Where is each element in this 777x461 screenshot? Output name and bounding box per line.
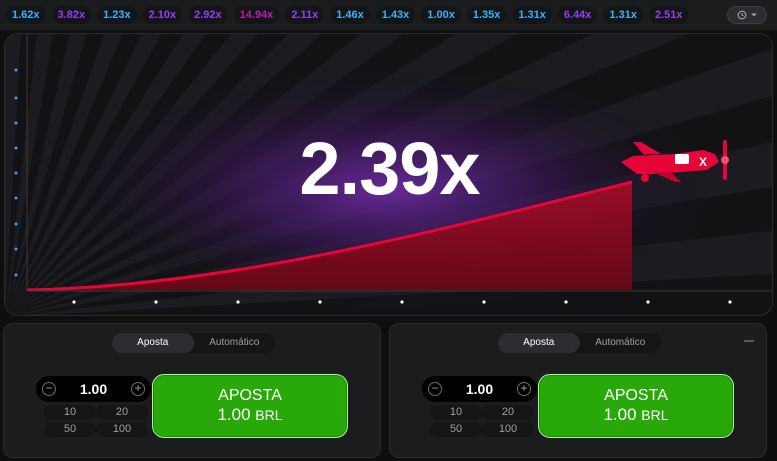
- tab-automatico[interactable]: Automático: [580, 333, 662, 353]
- history-multiplier[interactable]: 1.46x: [330, 6, 370, 24]
- bet-panel-1: Aposta Automático − 1.00 + 10 20 50 100 …: [3, 323, 381, 458]
- bet-button-label: APOSTA: [604, 387, 668, 404]
- remove-panel-button[interactable]: [742, 338, 756, 344]
- history-multiplier[interactable]: 2.10x: [142, 6, 183, 24]
- decrease-button[interactable]: −: [42, 382, 56, 396]
- quick-amount-button[interactable]: 20: [482, 405, 534, 420]
- minus-icon: [744, 340, 754, 342]
- history-multiplier[interactable]: 3.82x: [51, 6, 92, 24]
- decrease-button[interactable]: −: [428, 382, 442, 396]
- history-multiplier[interactable]: 1.31x: [512, 6, 552, 24]
- history-multiplier[interactable]: 2.51x: [648, 6, 689, 24]
- history-bar: 1.62x 3.82x 1.23x 2.10x 2.92x 14.94x 2.1…: [0, 0, 777, 30]
- history-icon: [737, 10, 746, 20]
- history-multiplier[interactable]: 1.31x: [603, 6, 643, 24]
- tab-aposta[interactable]: Aposta: [498, 333, 580, 353]
- bet-button-label: APOSTA: [218, 387, 282, 404]
- stake-stepper: − 1.00 +: [36, 376, 151, 402]
- history-multiplier[interactable]: 1.62x: [6, 6, 46, 24]
- bet-button-amount: 1.00 BRL: [539, 405, 733, 425]
- quick-amount-button[interactable]: 100: [96, 422, 148, 437]
- currency: BRL: [255, 407, 283, 423]
- stake-input[interactable]: 1.00: [466, 381, 493, 397]
- history-multiplier[interactable]: 1.23x: [97, 6, 137, 24]
- quick-amount-button[interactable]: 100: [482, 422, 534, 437]
- bet-button[interactable]: APOSTA 1.00 BRL: [152, 374, 348, 438]
- stake-input[interactable]: 1.00: [80, 381, 107, 397]
- stake-control: − 1.00 + 10 20 50 100: [422, 376, 537, 438]
- quick-amount-button[interactable]: 50: [430, 422, 482, 437]
- increase-button[interactable]: +: [131, 382, 145, 396]
- tab-aposta[interactable]: Aposta: [112, 333, 194, 353]
- tab-automatico[interactable]: Automático: [194, 333, 276, 353]
- history-multiplier[interactable]: 1.00x: [421, 6, 461, 24]
- chevron-down-icon: [750, 13, 757, 17]
- game-canvas: X 2.39x: [4, 33, 773, 316]
- history-multiplier[interactable]: 1.43x: [375, 6, 416, 24]
- bet-mode-tabs: Aposta Automático: [112, 333, 275, 353]
- quick-amount-button[interactable]: 20: [96, 405, 148, 420]
- quick-amount-button[interactable]: 50: [44, 422, 96, 437]
- quick-amount-button[interactable]: 10: [44, 405, 96, 420]
- history-toggle-button[interactable]: [727, 6, 767, 24]
- stake-control: − 1.00 + 10 20 50 100: [36, 376, 151, 438]
- bet-amount: 1.00: [603, 405, 637, 424]
- history-multiplier[interactable]: 2.11x: [285, 6, 325, 24]
- bet-button[interactable]: APOSTA 1.00 BRL: [538, 374, 734, 438]
- bet-amount: 1.00: [217, 405, 251, 424]
- stake-stepper: − 1.00 +: [422, 376, 537, 402]
- currency: BRL: [641, 407, 669, 423]
- history-multiplier[interactable]: 6.44x: [557, 6, 598, 24]
- quick-amount-button[interactable]: 10: [430, 405, 482, 420]
- current-multiplier: 2.39x: [299, 127, 480, 210]
- history-multiplier[interactable]: 14.94x: [233, 6, 280, 24]
- bet-button-amount: 1.00 BRL: [153, 405, 347, 425]
- increase-button[interactable]: +: [517, 382, 531, 396]
- history-multiplier[interactable]: 1.35x: [466, 6, 507, 24]
- bet-mode-tabs: Aposta Automático: [498, 333, 661, 353]
- history-multiplier[interactable]: 2.92x: [188, 6, 228, 24]
- bet-panel-2: Aposta Automático − 1.00 + 10 20 50 100 …: [389, 323, 767, 458]
